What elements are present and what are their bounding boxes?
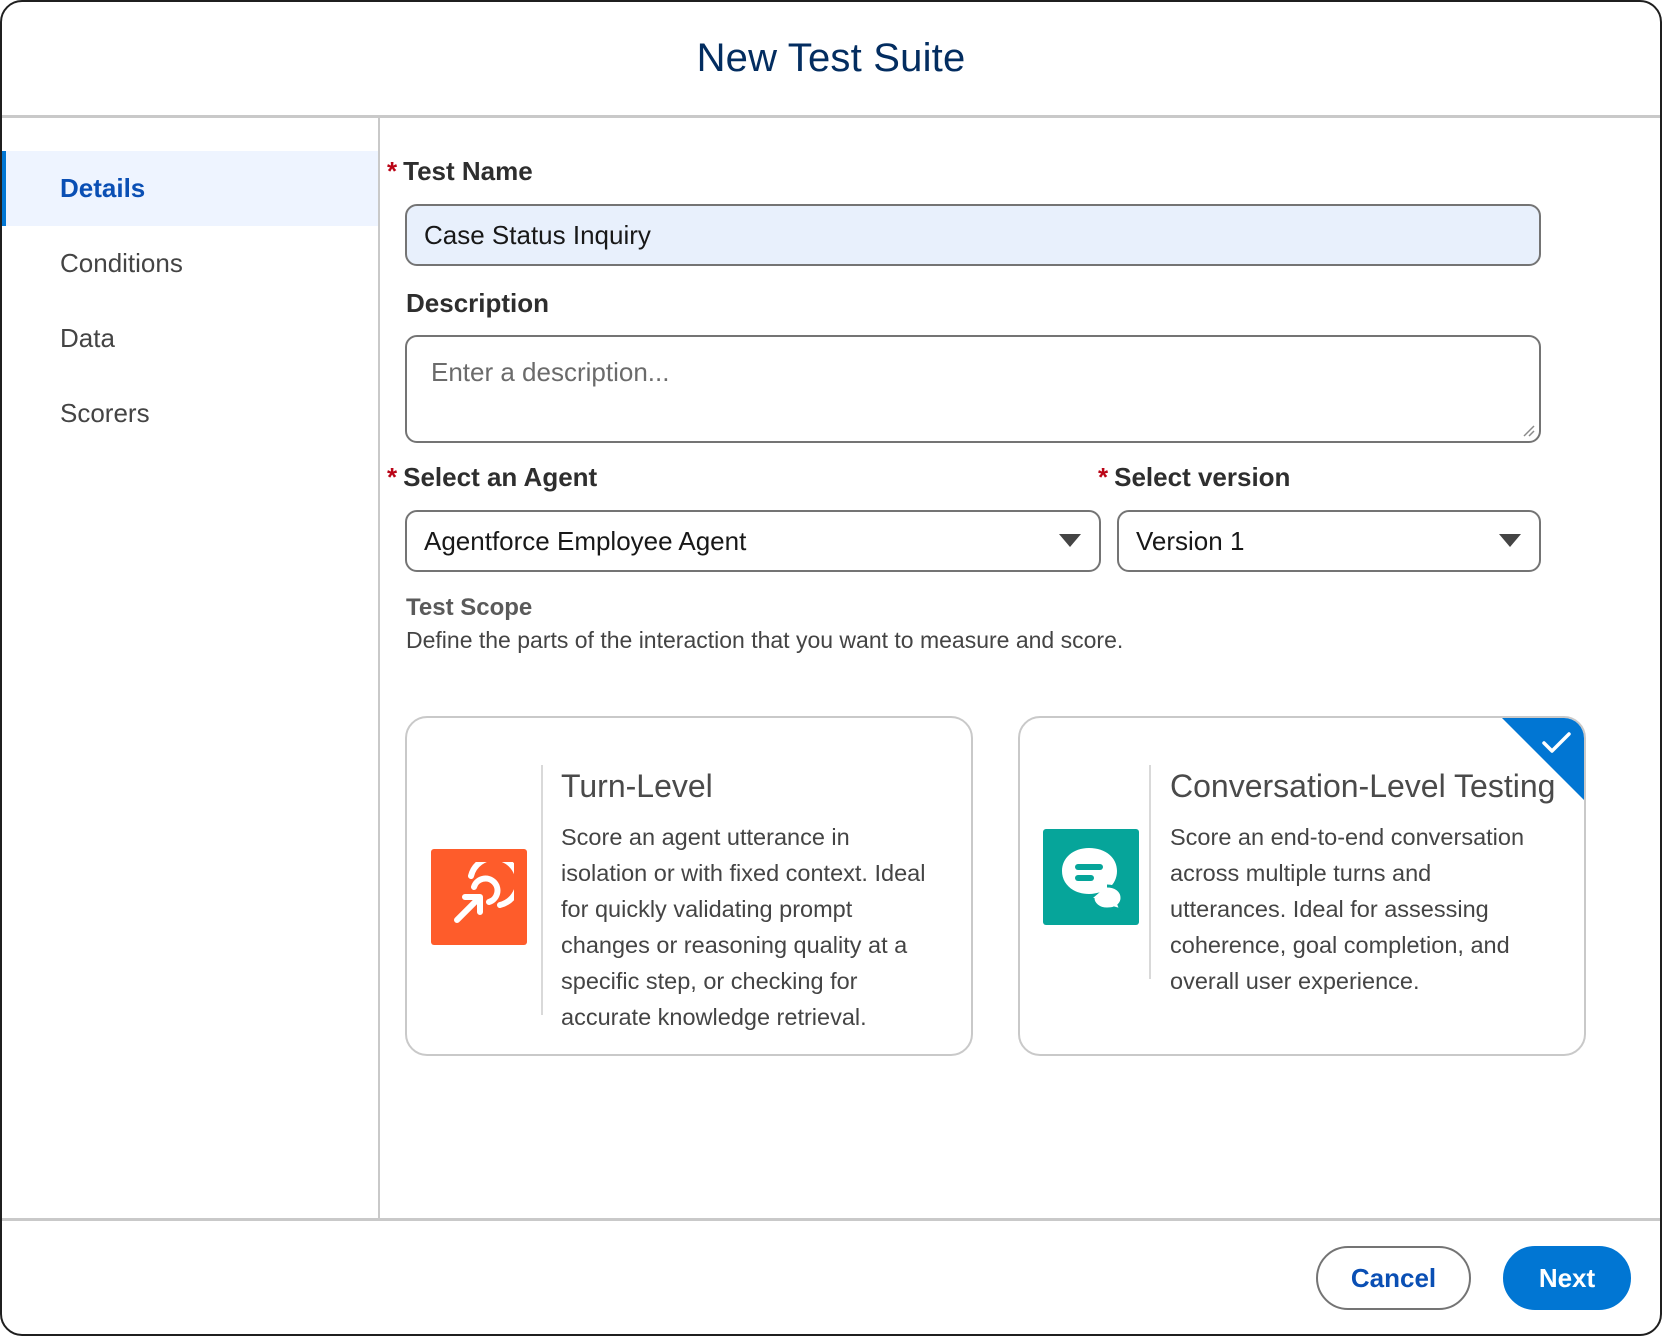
modal-title: New Test Suite — [696, 36, 966, 80]
sidebar-item-label: Conditions — [60, 248, 183, 278]
scope-card-turn-level[interactable]: Turn-Level Score an agent utterance in i… — [405, 716, 973, 1056]
chevron-down-icon — [1059, 534, 1081, 547]
description-placeholder: Enter a description... — [431, 357, 670, 387]
sidebar-item-label: Data — [60, 323, 115, 353]
sidebar-item-details[interactable]: Details — [2, 151, 378, 226]
description-label: Description — [406, 288, 550, 318]
card-title: Conversation-Level Testing — [1170, 768, 1556, 804]
test-name-value: Case Status Inquiry — [424, 219, 651, 250]
next-button[interactable]: Next — [1503, 1246, 1631, 1310]
agent-select-value: Agentforce Employee Agent — [424, 525, 747, 556]
checkmark-icon — [1542, 732, 1571, 753]
card-description: Score an agent utterance in isolation or… — [561, 824, 926, 1030]
resize-handle-icon[interactable] — [1521, 423, 1535, 437]
sidebar-item-label: Scorers — [60, 398, 150, 428]
sidebar-item-data[interactable]: Data — [2, 301, 378, 376]
cancel-button[interactable]: Cancel — [1316, 1246, 1471, 1310]
new-test-suite-modal: New Test Suite Details Conditions Data S… — [0, 0, 1662, 1336]
step-sidebar: Details Conditions Data Scorers — [2, 118, 380, 1218]
modal-footer: Cancel Next — [2, 1218, 1660, 1334]
required-marker: * — [1098, 462, 1109, 492]
required-marker: * — [387, 156, 398, 186]
conversation-bubbles-icon — [1043, 829, 1139, 925]
version-select-value: Version 1 — [1136, 525, 1245, 556]
agent-select[interactable]: Agentforce Employee Agent — [405, 510, 1101, 572]
card-title: Turn-Level — [561, 768, 713, 804]
required-marker: * — [387, 462, 398, 492]
details-form: * Test Name Case Status Inquiry Descripti… — [382, 118, 1660, 1218]
sidebar-item-conditions[interactable]: Conditions — [2, 226, 378, 301]
modal-header: New Test Suite — [2, 2, 1660, 118]
card-divider — [541, 765, 543, 1015]
test-name-input[interactable]: Case Status Inquiry — [405, 204, 1541, 266]
test-scope-description: Define the parts of the interaction that… — [406, 627, 1124, 653]
description-textarea[interactable]: Enter a description... — [405, 335, 1541, 443]
card-description: Score an end-to-end conversation across … — [1170, 824, 1525, 994]
scope-card-conversation-level[interactable]: Conversation-Level Testing Score an end-… — [1018, 716, 1586, 1056]
card-divider — [1149, 765, 1151, 979]
sidebar-item-label: Details — [60, 173, 146, 203]
version-label: * Select version — [1098, 462, 1291, 492]
test-name-label: * Test Name — [387, 156, 533, 186]
turn-level-target-arrow-icon — [431, 849, 527, 945]
sidebar-item-scorers[interactable]: Scorers — [2, 376, 378, 451]
test-scope-title: Test Scope — [406, 594, 533, 621]
chevron-down-icon — [1499, 534, 1521, 547]
agent-label: * Select an Agent — [387, 462, 598, 492]
version-select[interactable]: Version 1 — [1117, 510, 1541, 572]
